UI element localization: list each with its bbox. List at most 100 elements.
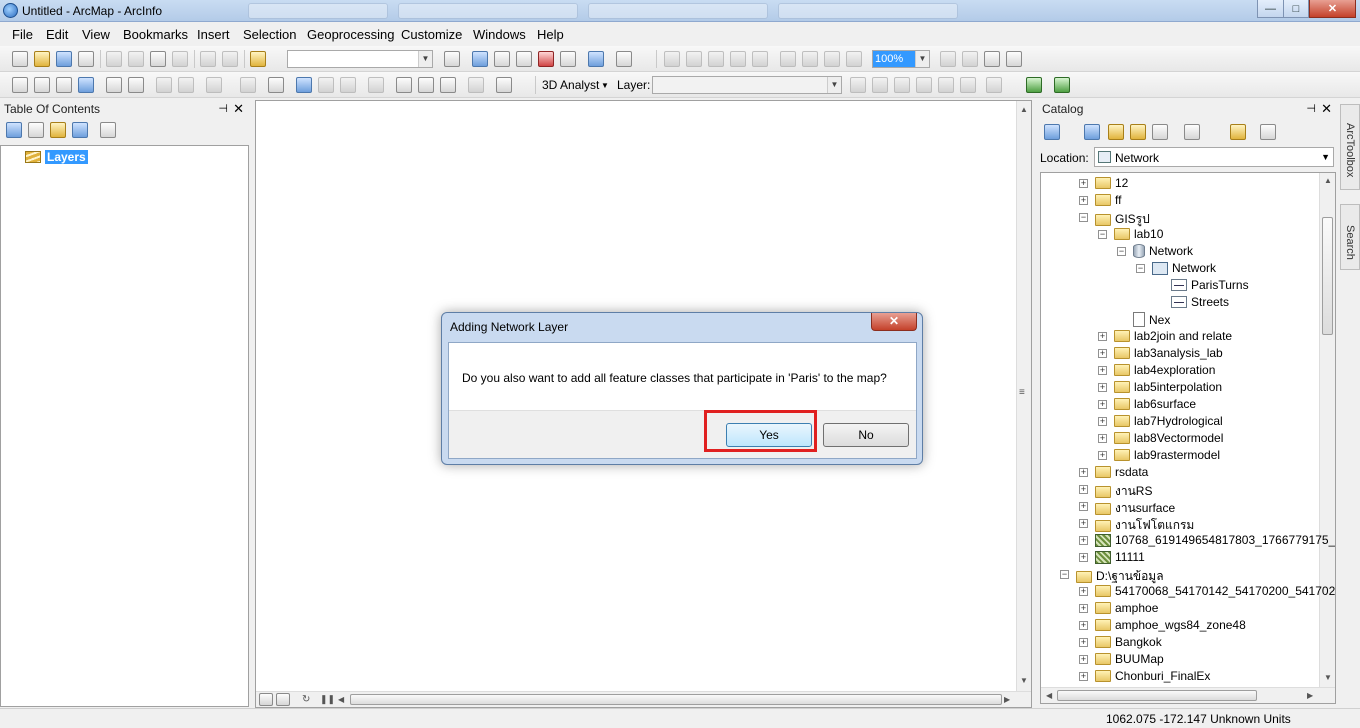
find-route-icon[interactable]: [418, 77, 434, 93]
menu-windows[interactable]: Windows: [473, 27, 526, 42]
forward-extent-icon[interactable]: [178, 77, 194, 93]
expand-icon[interactable]: +: [1098, 434, 1107, 443]
expand-icon[interactable]: +: [1079, 519, 1088, 528]
catalog-tree-item[interactable]: + Bangkok: [1041, 634, 1319, 651]
scroll-thumb[interactable]: [1322, 217, 1333, 335]
expand-icon[interactable]: +: [1098, 451, 1107, 460]
minimize-button[interactable]: —: [1257, 0, 1284, 18]
catalog-tree-item[interactable]: +12: [1041, 175, 1319, 192]
catalog-tree-item[interactable]: ParisTurns: [1041, 277, 1319, 294]
toggle-contents-panel-icon[interactable]: [1230, 124, 1246, 140]
profile-graph-icon[interactable]: [986, 77, 1002, 93]
full-extent-icon[interactable]: [78, 77, 94, 93]
paste-icon[interactable]: [150, 51, 166, 67]
menu-customize[interactable]: Customize: [401, 27, 462, 42]
expand-icon[interactable]: +: [1098, 349, 1107, 358]
catalog-tree-item[interactable]: − lab10: [1041, 226, 1319, 243]
expand-icon[interactable]: +: [1079, 621, 1088, 630]
no-button[interactable]: No: [823, 423, 909, 447]
map-horizontal-scrollbar[interactable]: ↻ ❚❚ ◀ ▶: [256, 691, 1031, 707]
layout-zoom-in-icon[interactable]: [664, 51, 680, 67]
expand-icon[interactable]: +: [1098, 383, 1107, 392]
expand-icon[interactable]: +: [1079, 553, 1088, 562]
arcglobe-icon[interactable]: [1054, 77, 1070, 93]
scroll-grip-icon[interactable]: ≡: [1019, 387, 1025, 398]
collapse-icon[interactable]: −: [1117, 247, 1126, 256]
copy-icon[interactable]: [128, 51, 144, 67]
catalog-tree-item[interactable]: + ff: [1041, 192, 1319, 209]
3d-analyst-menu[interactable]: 3D Analyst: [542, 78, 599, 92]
scroll-up-icon[interactable]: ▲: [1020, 105, 1028, 114]
fixed-zoom-out-icon[interactable]: [802, 51, 818, 67]
list-by-visibility-icon[interactable]: [50, 122, 66, 138]
catalog-tree-item[interactable]: − GISรูป: [1041, 209, 1319, 226]
collapse-icon[interactable]: −: [1136, 264, 1145, 273]
catalog-tree-item[interactable]: + lab5interpolation: [1041, 379, 1319, 396]
interpolate-line-icon[interactable]: [938, 77, 954, 93]
clear-selection-icon[interactable]: [240, 77, 256, 93]
line-of-sight-icon[interactable]: [894, 77, 910, 93]
back-extent-icon[interactable]: [156, 77, 172, 93]
zoom-in-icon[interactable]: [12, 77, 28, 93]
pan-icon[interactable]: [56, 77, 72, 93]
expand-icon[interactable]: +: [1079, 468, 1088, 477]
home-icon[interactable]: [1130, 124, 1146, 140]
location-combo[interactable]: Network ▼: [1094, 147, 1334, 167]
catalog-tree-item[interactable]: − Network: [1041, 260, 1319, 277]
catalog-tree-item[interactable]: + lab9rastermodel: [1041, 447, 1319, 464]
title-bar[interactable]: Untitled - ArcMap - ArcInfo — □ ✕: [0, 0, 1360, 22]
layout-pan-icon[interactable]: [708, 51, 724, 67]
identify-icon[interactable]: [296, 77, 312, 93]
catalog-tree-item[interactable]: + rsdata: [1041, 464, 1319, 481]
modelbuilder-icon[interactable]: [588, 51, 604, 67]
catalog-tree-item[interactable]: + lab6surface: [1041, 396, 1319, 413]
expand-icon[interactable]: +: [1079, 179, 1088, 188]
expand-icon[interactable]: +: [1079, 536, 1088, 545]
scroll-right-icon[interactable]: ▶: [1004, 695, 1010, 704]
delete-icon[interactable]: [172, 51, 188, 67]
go-forward-extent-icon[interactable]: [846, 51, 862, 67]
create-viewer-window-icon[interactable]: [496, 77, 512, 93]
menu-help[interactable]: Help: [537, 27, 564, 42]
expand-icon[interactable]: +: [1079, 502, 1088, 511]
collapse-icon[interactable]: −: [1079, 213, 1088, 222]
scroll-up-icon[interactable]: ▲: [1324, 176, 1332, 185]
toggle-draft-mode-icon[interactable]: [940, 51, 956, 67]
menu-insert[interactable]: Insert: [197, 27, 230, 42]
catalog-tree-item[interactable]: + งานsurface: [1041, 498, 1319, 515]
catalog-tree-item[interactable]: + งานโฟโตแกรม: [1041, 515, 1319, 532]
menu-edit[interactable]: Edit: [46, 27, 68, 42]
list-by-drawing-order-icon[interactable]: [6, 122, 22, 138]
catalog-tree-item[interactable]: + lab2join and relate: [1041, 328, 1319, 345]
select-elements-icon[interactable]: [268, 77, 284, 93]
cut-icon[interactable]: [106, 51, 122, 67]
layout-zoom-out-icon[interactable]: [686, 51, 702, 67]
catalog-tree-item[interactable]: + lab3analysis_lab: [1041, 345, 1319, 362]
close-icon[interactable]: ✕: [233, 101, 244, 117]
catalog-tree-item[interactable]: − Network: [1041, 243, 1319, 260]
yes-button[interactable]: Yes: [726, 423, 812, 447]
fixed-zoom-in-icon[interactable]: [106, 77, 122, 93]
catalog-tree-item[interactable]: Streets: [1041, 294, 1319, 311]
dialog-close-button[interactable]: ✕: [871, 313, 917, 331]
interpolate-polygon-icon[interactable]: [960, 77, 976, 93]
pin-icon[interactable]: ⊣: [218, 102, 228, 115]
undo-icon[interactable]: [200, 51, 216, 67]
expand-icon[interactable]: +: [1098, 417, 1107, 426]
add-data-icon[interactable]: [250, 51, 266, 67]
expand-icon[interactable]: +: [1079, 604, 1088, 613]
views-icon[interactable]: [1184, 124, 1200, 140]
table-of-contents-icon[interactable]: [472, 51, 488, 67]
new-document-icon[interactable]: [12, 51, 28, 67]
save-icon[interactable]: [56, 51, 72, 67]
search-side-tab[interactable]: Search: [1340, 204, 1360, 270]
menu-bookmarks[interactable]: Bookmarks: [123, 27, 188, 42]
catalog-tree-item[interactable]: +11111: [1041, 549, 1319, 566]
catalog-tree-item[interactable]: + lab7Hydrological: [1041, 413, 1319, 430]
catalog-tree-item[interactable]: +54170068_54170142_54170200_54170233: [1041, 583, 1335, 600]
scroll-left-icon[interactable]: ◀: [338, 695, 344, 704]
options-icon[interactable]: [100, 122, 116, 138]
interpolate-point-icon[interactable]: [916, 77, 932, 93]
refresh-icon[interactable]: ↻: [302, 694, 310, 705]
open-icon[interactable]: [34, 51, 50, 67]
